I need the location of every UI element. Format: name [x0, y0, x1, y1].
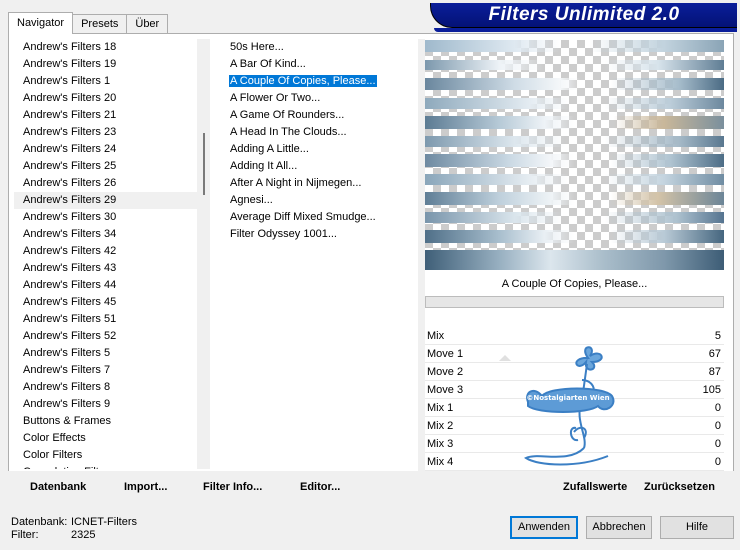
parameter-label: Mix: [427, 330, 445, 342]
category-item[interactable]: Color Effects: [14, 430, 198, 447]
category-item[interactable]: Color Filters: [14, 447, 198, 464]
zufallswerte-button[interactable]: Zufallswerte: [563, 479, 627, 495]
category-item[interactable]: Buttons & Frames: [14, 413, 198, 430]
filter-item[interactable]: 50s Here...: [219, 39, 418, 56]
category-item[interactable]: Andrew's Filters 9: [14, 396, 198, 413]
status-datenbank-label: Datenbank:: [11, 516, 68, 528]
scrollbar-thumb[interactable]: [203, 133, 205, 195]
import-button[interactable]: Import...: [124, 479, 167, 495]
parameter-label: Move 2: [427, 366, 464, 378]
cancel-button[interactable]: Abbrechen: [586, 516, 652, 539]
category-item[interactable]: Andrew's Filters 20: [14, 90, 198, 107]
filter-preview: [425, 40, 724, 270]
filter-item[interactable]: A Couple Of Copies, Please...: [219, 73, 418, 90]
parameter-label: Mix 2: [427, 420, 454, 432]
filter-info-button[interactable]: Filter Info...: [203, 479, 262, 495]
parameter-label: Move 1: [427, 348, 464, 360]
category-item[interactable]: Andrew's Filters 42: [14, 243, 198, 260]
list-gap: [210, 39, 219, 469]
preview-caption: A Couple Of Copies, Please...: [501, 278, 648, 290]
filter-item[interactable]: Average Diff Mixed Smudge...: [219, 209, 418, 226]
status-datenbank-value: ICNET-Filters: [71, 516, 137, 528]
editor-button[interactable]: Editor...: [300, 479, 340, 495]
filter-item[interactable]: After A Night in Nijmegen...: [219, 175, 418, 192]
selected-filter-label: A Couple Of Copies, Please...: [228, 74, 378, 88]
status-filter-value: 2325: [71, 529, 96, 541]
category-item[interactable]: Andrew's Filters 51: [14, 311, 198, 328]
filter-item[interactable]: Agnesi...: [219, 192, 418, 209]
apply-button[interactable]: Anwenden: [510, 516, 578, 539]
zuruecksetzen-button[interactable]: Zurücksetzen: [644, 479, 715, 495]
filter-item[interactable]: Adding It All...: [219, 158, 418, 175]
parameter-label: Mix 3: [427, 438, 454, 450]
status-values: ICNET-Filters 2325: [71, 516, 137, 542]
slider-indicator: [499, 355, 511, 361]
title-banner: Filters Unlimited 2.0: [430, 3, 737, 28]
parameter-label: Move 3: [427, 384, 464, 396]
category-item[interactable]: Andrew's Filters 25: [14, 158, 198, 175]
filter-item[interactable]: Adding A Little...: [219, 141, 418, 158]
parameter-label: Mix 1: [427, 402, 454, 414]
category-item[interactable]: Andrew's Filters 19: [14, 56, 198, 73]
category-item[interactable]: Andrew's Filters 18: [14, 39, 198, 56]
parameter-value[interactable]: 87: [709, 363, 721, 381]
parameter-label: Mix 4: [427, 456, 454, 468]
parameter-value[interactable]: 0: [715, 435, 721, 453]
category-item[interactable]: Andrew's Filters 23: [14, 124, 198, 141]
tab-bar: Navigator Presets Über: [8, 12, 169, 34]
tab-about[interactable]: Über: [126, 14, 169, 34]
tab-navigator[interactable]: Navigator: [8, 12, 74, 34]
filter-item[interactable]: A Flower Or Two...: [219, 90, 418, 107]
parameter-value[interactable]: 5: [715, 327, 721, 345]
category-list-scrollbar[interactable]: [197, 39, 210, 469]
watermark-text: ©Nostalgiarten Wien: [526, 394, 609, 402]
category-item[interactable]: Convolution Filters: [14, 464, 198, 469]
status-labels: Datenbank: Filter:: [11, 516, 67, 542]
parameter-value[interactable]: 0: [715, 417, 721, 435]
filter-item[interactable]: A Head In The Clouds...: [219, 124, 418, 141]
category-item[interactable]: Andrew's Filters 8: [14, 379, 198, 396]
category-item[interactable]: Andrew's Filters 29: [14, 192, 198, 209]
parameter-value[interactable]: 105: [703, 381, 721, 399]
filter-list[interactable]: 50s Here... A Bar Of Kind... A Couple Of C…: [219, 39, 418, 469]
tab-presets[interactable]: Presets: [72, 14, 128, 34]
category-item[interactable]: Andrew's Filters 43: [14, 260, 198, 277]
watermark-stamp: ©Nostalgiarten Wien: [524, 346, 615, 466]
status-filter-label: Filter:: [11, 529, 39, 541]
datenbank-button[interactable]: Datenbank: [30, 479, 86, 495]
help-button[interactable]: Hilfe: [660, 516, 734, 539]
category-item[interactable]: Andrew's Filters 26: [14, 175, 198, 192]
category-item[interactable]: Andrew's Filters 52: [14, 328, 198, 345]
category-item[interactable]: Andrew's Filters 45: [14, 294, 198, 311]
column-divider: [418, 39, 425, 471]
category-item[interactable]: Andrew's Filters 1: [14, 73, 198, 90]
title-banner-shadow: [434, 28, 737, 32]
category-item[interactable]: Andrew's Filters 21: [14, 107, 198, 124]
parameter-value[interactable]: 67: [709, 345, 721, 363]
category-item[interactable]: Andrew's Filters 7: [14, 362, 198, 379]
progress-bar: [425, 296, 724, 308]
filter-item[interactable]: A Bar Of Kind...: [219, 56, 418, 73]
filter-item[interactable]: Filter Odyssey 1001...: [219, 226, 418, 243]
category-item[interactable]: Andrew's Filters 34: [14, 226, 198, 243]
parameter-value[interactable]: 0: [715, 399, 721, 417]
category-item[interactable]: Andrew's Filters 5: [14, 345, 198, 362]
category-list[interactable]: Andrew's Filters 18 Andrew's Filters 19 An…: [14, 39, 198, 469]
category-item[interactable]: Andrew's Filters 24: [14, 141, 198, 158]
category-item[interactable]: Andrew's Filters 44: [14, 277, 198, 294]
category-item[interactable]: Andrew's Filters 30: [14, 209, 198, 226]
filter-item[interactable]: A Game Of Rounders...: [219, 107, 418, 124]
parameter-value[interactable]: 0: [715, 453, 721, 471]
